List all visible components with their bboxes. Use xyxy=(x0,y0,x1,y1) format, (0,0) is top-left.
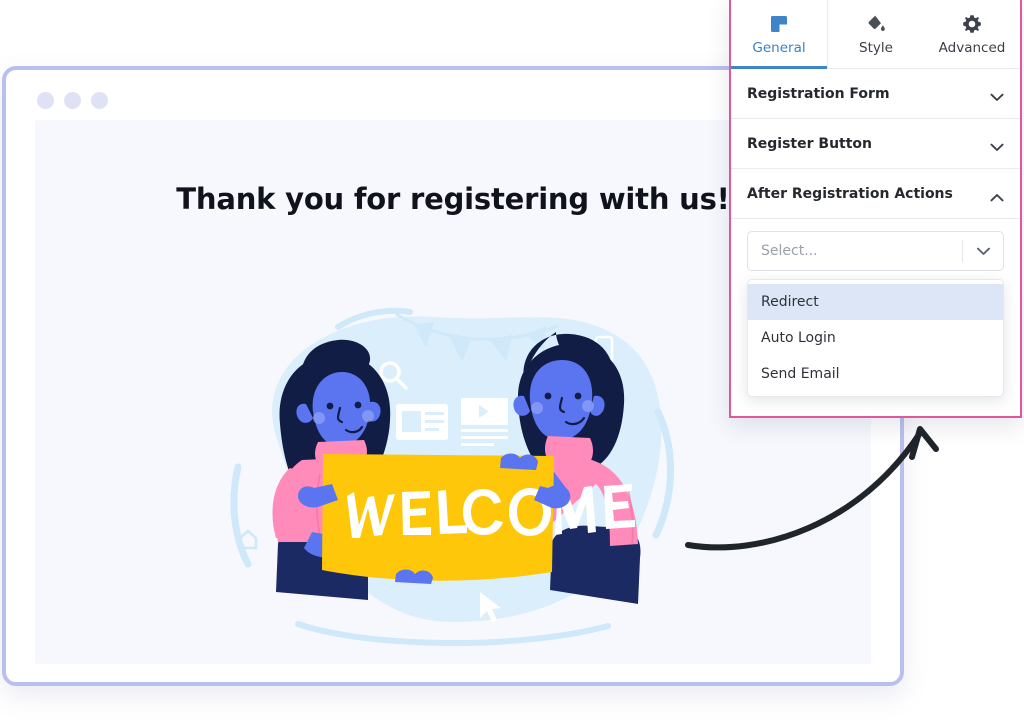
dropdown-option-label: Auto Login xyxy=(761,330,836,346)
window-maximize-dot[interactable] xyxy=(91,92,108,109)
section-registration-form-title: Registration Form xyxy=(747,85,890,102)
dropdown-option-send-email[interactable]: Send Email xyxy=(748,356,1003,392)
gear-icon xyxy=(962,13,982,35)
dropdown-option-auto-login[interactable]: Auto Login xyxy=(748,320,1003,356)
section-after-registration-actions-title: After Registration Actions xyxy=(747,185,953,202)
browser-window-controls xyxy=(37,92,108,109)
section-registration-form[interactable]: Registration Form xyxy=(731,69,1020,119)
tab-general-label: General xyxy=(752,39,806,56)
after-registration-action-select[interactable]: Select... xyxy=(747,231,1004,271)
welcome-banner-illustration xyxy=(218,292,688,662)
after-registration-actions-body: Select... Redirect Auto Login Send Email xyxy=(731,219,1020,397)
dropdown-option-redirect[interactable]: Redirect xyxy=(748,284,1003,320)
window-close-dot[interactable] xyxy=(37,92,54,109)
panel-tab-bar: General Style Advanced xyxy=(731,0,1020,69)
dropdown-option-label: Redirect xyxy=(761,294,819,310)
chevron-up-icon xyxy=(990,189,1004,202)
section-register-button[interactable]: Register Button xyxy=(731,119,1020,169)
tab-advanced[interactable]: Advanced xyxy=(924,0,1020,68)
paint-bucket-icon xyxy=(866,13,886,35)
widget-settings-panel: General Style Advanced Registration Form… xyxy=(729,0,1022,418)
dropdown-option-label: Send Email xyxy=(761,366,840,382)
chevron-down-icon xyxy=(990,89,1004,101)
tab-general[interactable]: General xyxy=(731,0,828,69)
tab-style-label: Style xyxy=(859,39,893,56)
section-register-button-title: Register Button xyxy=(747,135,873,152)
window-minimize-dot[interactable] xyxy=(64,92,81,109)
tab-style[interactable]: Style xyxy=(828,0,924,68)
after-registration-action-dropdown: Redirect Auto Login Send Email xyxy=(747,279,1004,397)
chevron-down-icon[interactable] xyxy=(963,247,1003,256)
select-placeholder: Select... xyxy=(761,243,818,259)
tab-advanced-label: Advanced xyxy=(938,39,1006,56)
square-block-icon xyxy=(769,13,789,35)
section-after-registration-actions[interactable]: After Registration Actions xyxy=(731,169,1020,219)
chevron-down-icon xyxy=(990,139,1004,151)
